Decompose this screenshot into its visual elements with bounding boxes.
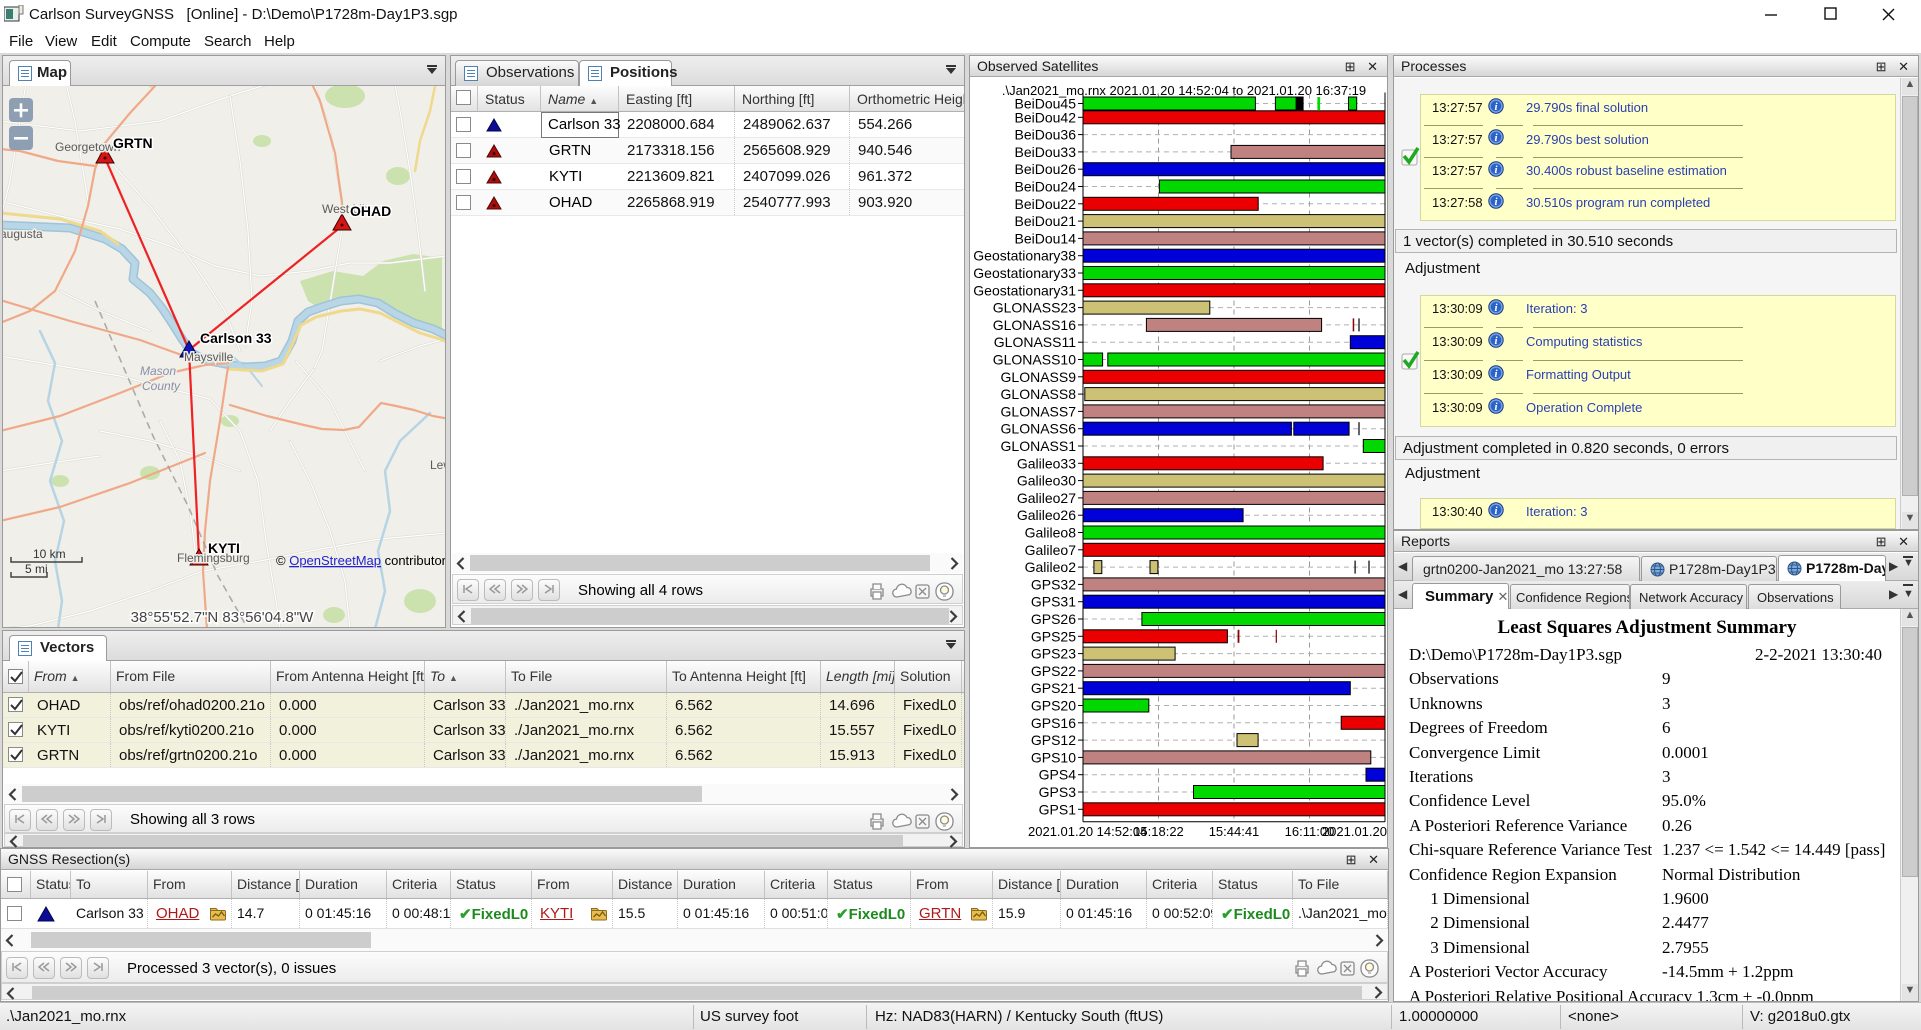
svg-text:County: County	[142, 379, 181, 393]
svg-text:GLONASS11: GLONASS11	[994, 334, 1076, 350]
svg-text:2021.01.20 14:52:04: 2021.01.20 14:52:04	[1028, 824, 1147, 839]
svg-text:15:44:41: 15:44:41	[1209, 824, 1260, 839]
svg-text:BeiDou42: BeiDou42	[1015, 109, 1077, 125]
svg-text:GLONASS1: GLONASS1	[1001, 438, 1077, 454]
svg-text:GPS12: GPS12	[1031, 732, 1076, 748]
svg-text:GLONASS7: GLONASS7	[1001, 403, 1077, 419]
svg-text:OHAD: OHAD	[350, 203, 391, 219]
svg-text:GPS21: GPS21	[1031, 680, 1076, 696]
svg-text:38°55'52.7"N 83°56'04.8"W: 38°55'52.7"N 83°56'04.8"W	[131, 609, 315, 626]
svg-text:Galileo2: Galileo2	[1025, 559, 1077, 575]
svg-text:Galileo7: Galileo7	[1025, 542, 1077, 558]
svg-text:Galileo8: Galileo8	[1025, 525, 1077, 541]
svg-text:Maysville: Maysville	[184, 350, 234, 364]
svg-text:GPS16: GPS16	[1031, 715, 1076, 731]
svg-text:BeiDou33: BeiDou33	[1015, 144, 1077, 160]
svg-text:Mason: Mason	[140, 364, 176, 378]
svg-text:GLONASS9: GLONASS9	[1001, 369, 1077, 385]
svg-text:Galileo26: Galileo26	[1017, 507, 1076, 523]
svg-text:BeiDou14: BeiDou14	[1015, 230, 1077, 246]
svg-text:GPS32: GPS32	[1031, 576, 1076, 592]
svg-text:GPS31: GPS31	[1031, 594, 1076, 610]
svg-text:GPS4: GPS4	[1039, 767, 1077, 783]
svg-text:GPS22: GPS22	[1031, 663, 1076, 679]
svg-text:Galileo30: Galileo30	[1017, 473, 1076, 489]
svg-text:GPS3: GPS3	[1039, 784, 1077, 800]
svg-text:Geostationary38: Geostationary38	[973, 248, 1076, 264]
svg-text:BeiDou21: BeiDou21	[1015, 213, 1077, 229]
svg-text:Georgetown: Georgetown	[55, 140, 120, 154]
svg-text:GLONASS10: GLONASS10	[993, 352, 1076, 368]
svg-text:Lew: Lew	[430, 458, 445, 472]
svg-text:GLONASS8: GLONASS8	[1001, 386, 1077, 402]
svg-text:5 mi: 5 mi	[25, 562, 48, 576]
svg-text:GPS23: GPS23	[1031, 646, 1076, 662]
svg-text:BeiDou36: BeiDou36	[1015, 127, 1077, 143]
svg-text:GRTN: GRTN	[113, 135, 153, 151]
svg-text:Galileo33: Galileo33	[1017, 455, 1076, 471]
svg-text:© OpenStreetMap contributors: © OpenStreetMap contributors	[276, 553, 445, 568]
svg-text:GPS26: GPS26	[1031, 611, 1076, 627]
svg-text:GLONASS23: GLONASS23	[993, 300, 1076, 316]
svg-text:GPS25: GPS25	[1031, 628, 1076, 644]
svg-text:Carlson 33: Carlson 33	[200, 330, 272, 346]
svg-text:GPS20: GPS20	[1031, 698, 1076, 714]
svg-text:Geostationary33: Geostationary33	[973, 265, 1076, 281]
svg-text:augusta: augusta	[3, 227, 43, 241]
svg-text:GLONASS6: GLONASS6	[1001, 421, 1077, 437]
svg-text:GLONASS16: GLONASS16	[993, 317, 1076, 333]
svg-text:BeiDou22: BeiDou22	[1015, 196, 1077, 212]
svg-text:15:18:22: 15:18:22	[1133, 824, 1184, 839]
svg-text:KYTI: KYTI	[208, 540, 240, 556]
svg-text:Galileo27: Galileo27	[1017, 490, 1076, 506]
svg-text:BeiDou24: BeiDou24	[1015, 179, 1077, 195]
svg-text:Geostationary31: Geostationary31	[973, 282, 1076, 298]
svg-text:10 km: 10 km	[33, 547, 66, 561]
svg-text:GPS1: GPS1	[1039, 801, 1077, 817]
svg-text:BeiDou26: BeiDou26	[1015, 161, 1077, 177]
svg-text:GPS10: GPS10	[1031, 749, 1076, 765]
svg-text:2021.01.20: 2021.01.20	[1322, 824, 1387, 839]
